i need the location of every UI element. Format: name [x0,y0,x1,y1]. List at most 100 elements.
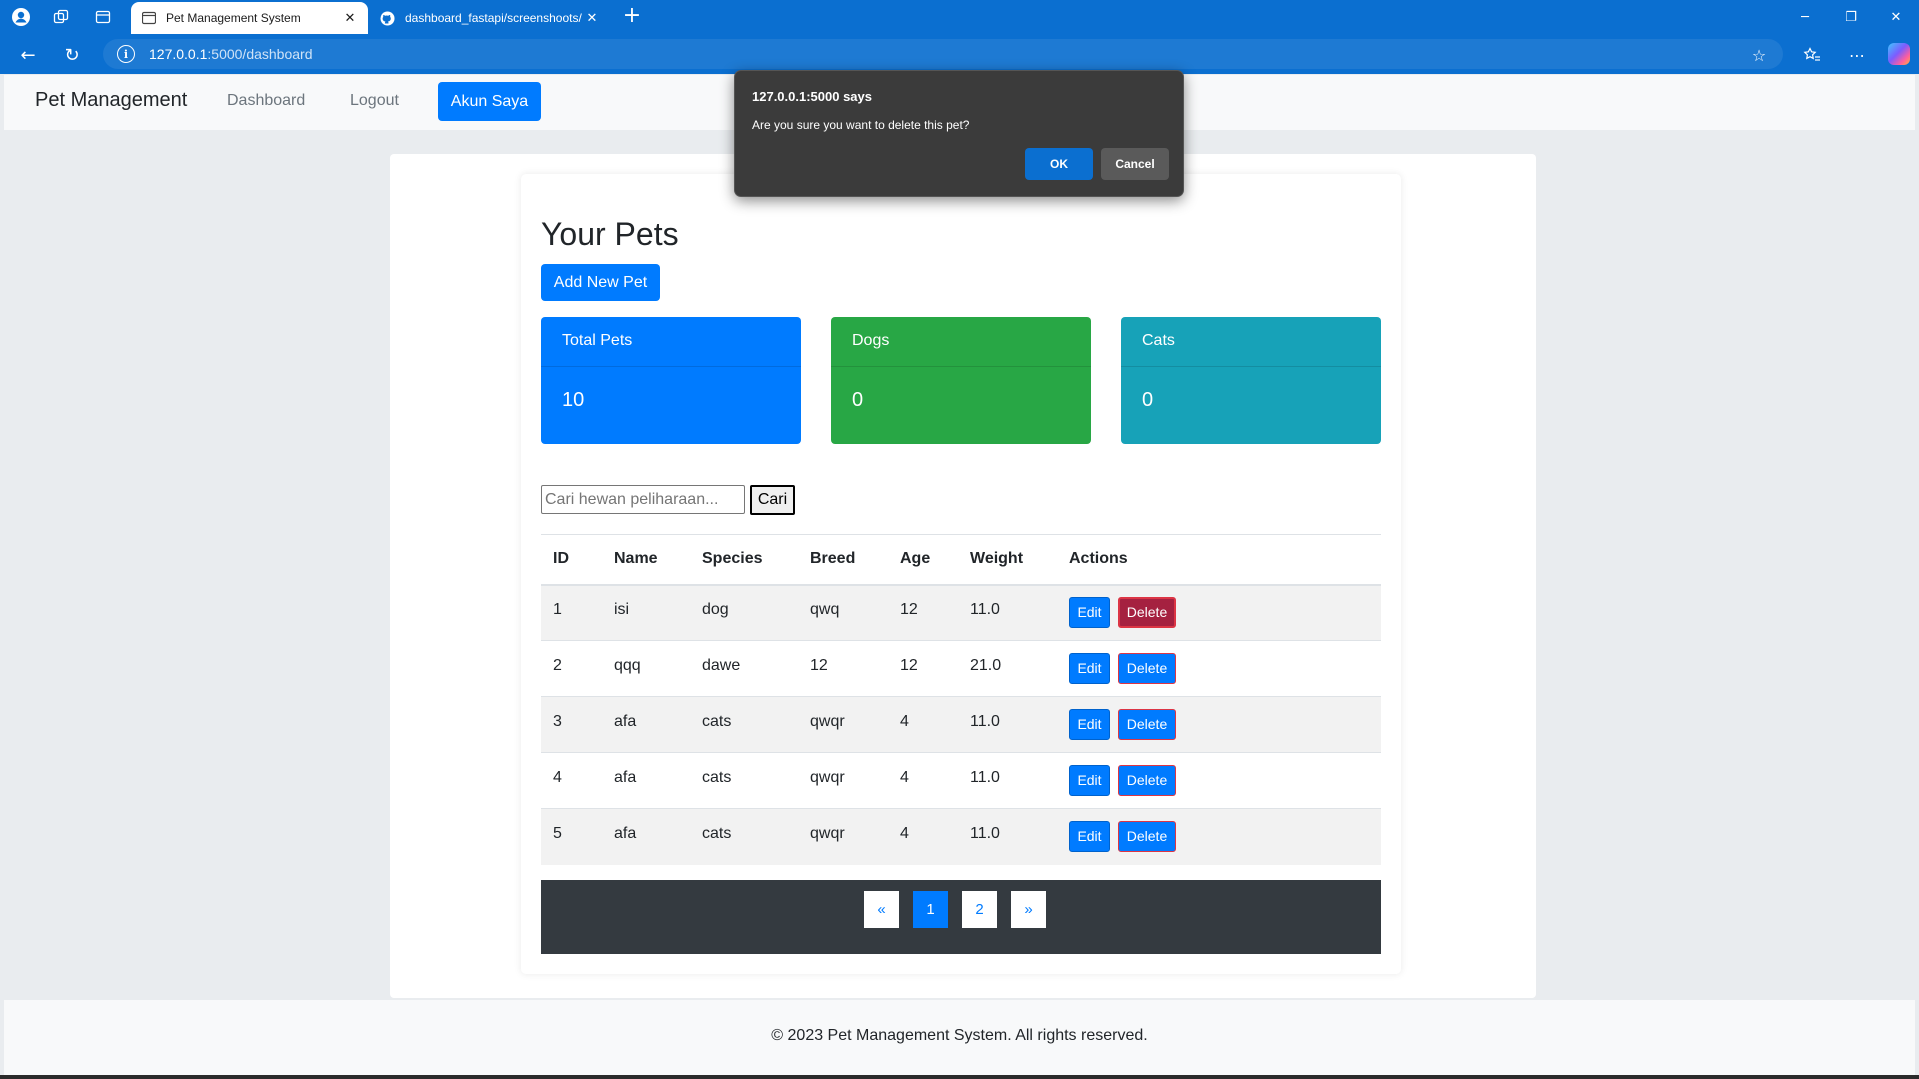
cell-breed: qwqr [798,752,888,809]
table-row: 1 isi dog qwq 12 11.0 Edit Delete [541,584,1381,641]
add-new-pet-button[interactable]: Add New Pet [541,264,660,301]
table-row: 5 afa cats qwqr 4 11.0 Edit Delete [541,808,1381,865]
cell-breed: qwqr [798,696,888,753]
new-tab-icon[interactable]: + [620,5,644,29]
close-tab-icon[interactable]: ✕ [342,11,358,26]
search-button[interactable]: Cari [750,485,795,515]
column-header: Weight [958,534,1057,586]
table-row: 2 qqq dawe 12 12 21.0 Edit Delete [541,640,1381,697]
page-icon [141,11,156,26]
edit-button[interactable]: Edit [1069,765,1110,796]
copilot-icon[interactable] [1888,43,1910,65]
address-bar: ← ↻ i 127.0.0.1:5000/dashboard ☆ ⋯ [0,34,1919,74]
cell-name: qqq [602,640,690,697]
cell-name: afa [602,696,690,753]
cell-actions: Edit Delete [1057,640,1381,697]
cell-id: 4 [541,752,602,809]
column-header: Age [888,534,958,586]
minimize-icon[interactable]: ─ [1782,0,1828,34]
cell-age: 12 [888,640,958,697]
card-value: 0 [852,389,864,411]
cell-id: 5 [541,808,602,865]
total-pets-card: Total Pets 10 [541,317,801,444]
content-container: Your Pets Add New Pet Total Pets 10 Dogs… [390,154,1536,998]
favorites-icon[interactable] [1800,43,1824,67]
footer: © 2023 Pet Management System. All rights… [4,1000,1915,1075]
cell-name: isi [602,584,690,641]
tab-github[interactable]: dashboard_fastapi/screenshoots/ ✕ [370,2,610,34]
restore-icon[interactable]: ❐ [1828,0,1874,34]
workspaces-icon[interactable] [50,6,72,28]
github-icon [380,10,395,26]
cats-card: Cats 0 [1121,317,1381,444]
cell-name: afa [602,808,690,865]
refresh-icon[interactable]: ↻ [60,43,84,67]
card-value: 10 [562,389,585,411]
card-header: Cats [1121,317,1381,367]
nav-link-logout[interactable]: Logout [350,92,399,110]
search-input[interactable] [541,485,745,514]
cell-age: 4 [888,808,958,865]
delete-button[interactable]: Delete [1118,597,1176,629]
cell-weight: 11.0 [958,584,1057,641]
dialog-message: Are you sure you want to delete this pet… [752,118,970,132]
column-header: Name [602,534,690,586]
table-header-row: ID Name Species Breed Age Weight Actions [541,534,1381,586]
cell-breed: qwqr [798,808,888,865]
cell-weight: 11.0 [958,752,1057,809]
nav-link-dashboard[interactable]: Dashboard [227,92,305,110]
column-header: ID [541,534,602,586]
cell-breed: qwq [798,584,888,641]
cell-actions: Edit Delete [1057,752,1381,809]
dialog-cancel-button[interactable]: Cancel [1101,148,1169,180]
edit-button[interactable]: Edit [1069,597,1110,629]
delete-button[interactable]: Delete [1118,821,1176,853]
cell-id: 2 [541,640,602,697]
cell-breed: 12 [798,640,888,697]
navbar-brand[interactable]: Pet Management [35,89,187,112]
table-row: 3 afa cats qwqr 4 11.0 Edit Delete [541,696,1381,753]
page-1-button[interactable]: 1 [913,891,948,928]
tab-title: Pet Management System [166,11,301,25]
page-2-button[interactable]: 2 [962,891,997,928]
pets-table: ID Name Species Breed Age Weight Actions… [541,534,1381,865]
close-window-icon[interactable]: ✕ [1873,0,1919,34]
cell-name: afa [602,752,690,809]
more-menu-icon[interactable]: ⋯ [1845,43,1869,67]
close-tab-icon[interactable]: ✕ [584,11,600,26]
profile-icon[interactable] [10,6,32,28]
cell-age: 4 [888,752,958,809]
column-header: Species [690,534,798,586]
back-icon[interactable]: ← [16,43,40,67]
akun-saya-button[interactable]: Akun Saya [438,82,541,121]
favorite-star-icon[interactable]: ☆ [1747,43,1771,67]
column-header: Actions [1057,534,1381,586]
delete-button[interactable]: Delete [1118,765,1176,796]
tab-pet-management[interactable]: Pet Management System ✕ [131,2,368,34]
cell-species: dawe [690,640,798,697]
cell-species: cats [690,696,798,753]
page-next-button[interactable]: » [1011,891,1046,928]
cell-species: cats [690,808,798,865]
cell-weight: 21.0 [958,640,1057,697]
cell-actions: Edit Delete [1057,584,1381,641]
dialog-title: 127.0.0.1:5000 says [752,89,872,104]
url-field[interactable]: i 127.0.0.1:5000/dashboard [103,39,1783,69]
edit-button[interactable]: Edit [1069,821,1110,853]
site-info-icon[interactable]: i [117,45,135,63]
dialog-ok-button[interactable]: OK [1025,148,1093,180]
table-row: 4 afa cats qwqr 4 11.0 Edit Delete [541,752,1381,809]
taskbar-edge [0,1075,1919,1079]
url-text: 127.0.0.1:5000/dashboard [149,46,313,62]
cell-weight: 11.0 [958,696,1057,753]
page-prev-button[interactable]: « [864,891,899,928]
edit-button[interactable]: Edit [1069,709,1110,740]
delete-button[interactable]: Delete [1118,653,1176,684]
delete-button[interactable]: Delete [1118,709,1176,740]
cell-id: 3 [541,696,602,753]
vertical-tabs-icon[interactable] [92,6,114,28]
page: Pet Management Dashboard Logout Akun Say… [4,75,1915,1075]
card-value: 0 [1142,389,1154,411]
edit-button[interactable]: Edit [1069,653,1110,684]
pets-panel: Your Pets Add New Pet Total Pets 10 Dogs… [521,174,1401,974]
